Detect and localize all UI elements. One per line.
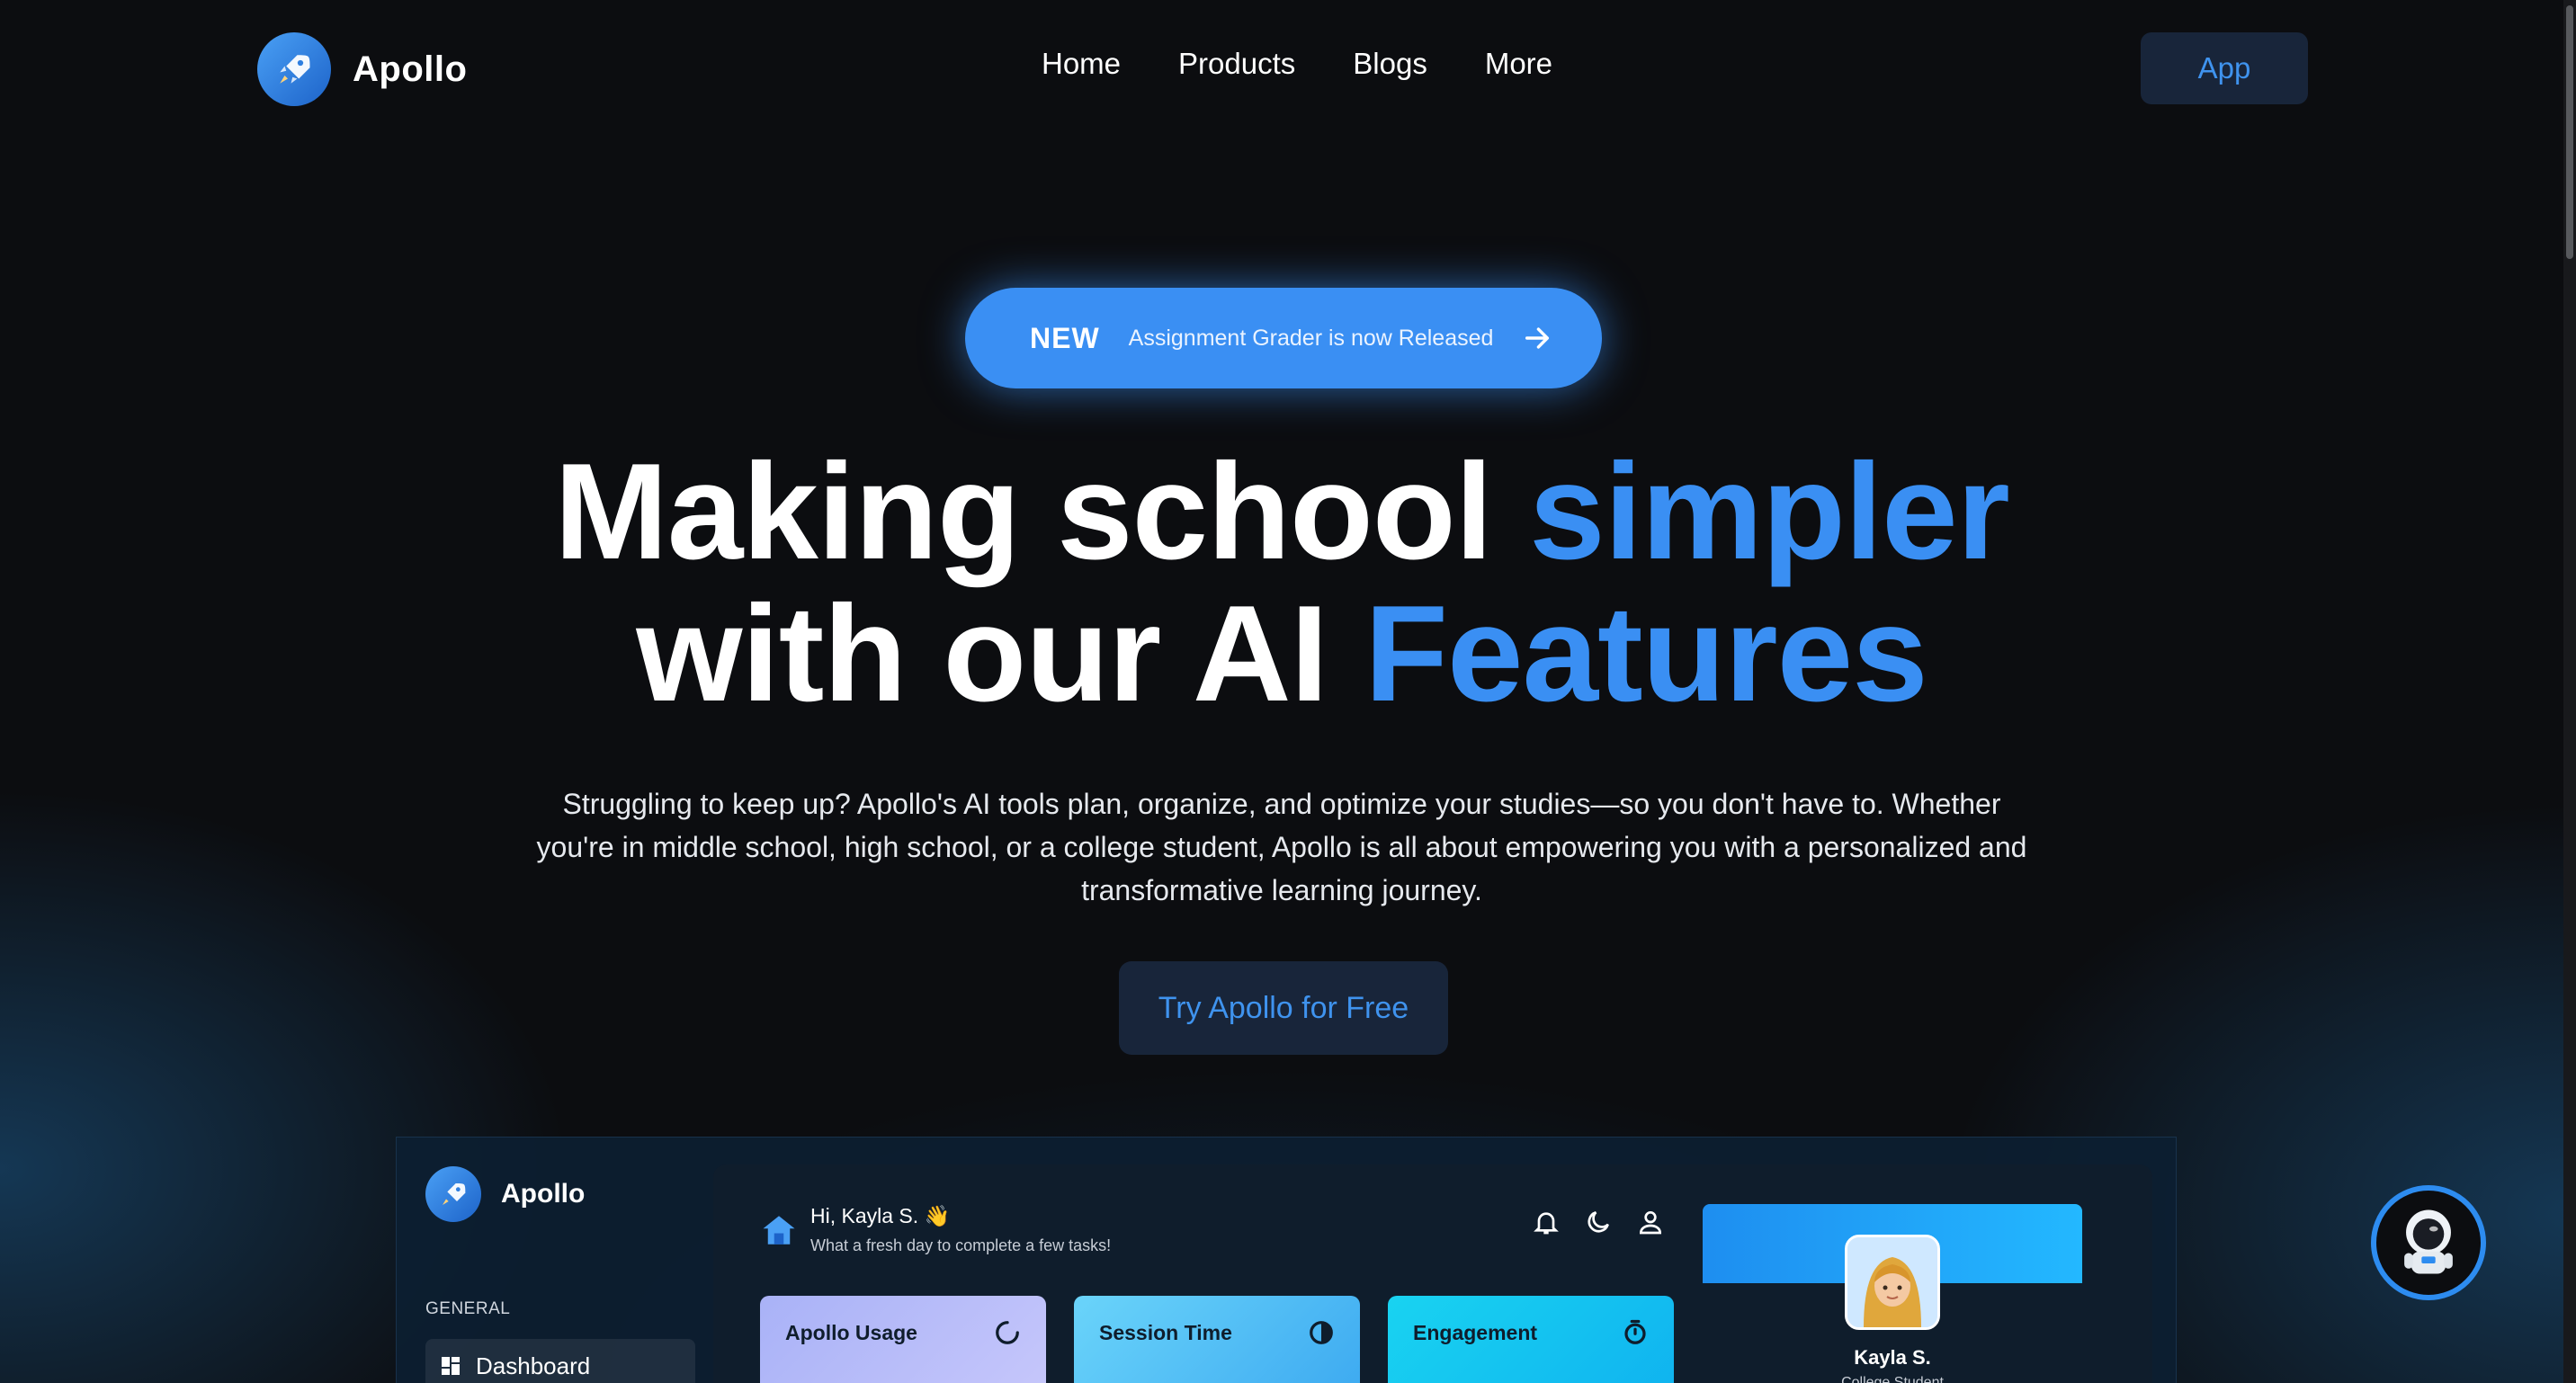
chat-assistant-button[interactable]: [2371, 1185, 2486, 1300]
dashboard-icon: [442, 1357, 460, 1375]
home-icon: [763, 1216, 795, 1245]
profile-role: College Student: [1841, 1375, 1944, 1383]
new-badge: NEW: [1030, 321, 1100, 354]
stat-card-session-time[interactable]: Session Time: [1074, 1296, 1360, 1383]
announcement-text: Assignment Grader is now Released: [1128, 325, 1494, 351]
card-label: Engagement: [1413, 1321, 1538, 1344]
headline-accent: Features: [1364, 577, 1928, 730]
scrollbar-thumb[interactable]: [2566, 5, 2573, 259]
headline-part: Making school: [554, 435, 1530, 588]
avatar: [1845, 1235, 1940, 1330]
announcement-banner[interactable]: NEW Assignment Grader is now Released: [965, 288, 1602, 388]
try-free-button[interactable]: Try Apollo for Free: [1119, 961, 1448, 1055]
nav-link-home[interactable]: Home: [1042, 47, 1121, 81]
stat-card-usage[interactable]: Apollo Usage: [760, 1296, 1046, 1383]
astronaut-icon: [2404, 1209, 2453, 1274]
hero-headline: Making school simpler with our AI Featur…: [0, 441, 2563, 725]
preview-main-panel: Hi, Kayla S. 👋 What a fresh day to compl…: [713, 1164, 2152, 1383]
nav-link-products[interactable]: Products: [1178, 47, 1295, 81]
headline-part: with our AI: [636, 577, 1365, 730]
loader-icon: [996, 1321, 1019, 1344]
profile-name: Kayla S.: [1854, 1346, 1931, 1369]
app-button[interactable]: App: [2141, 32, 2308, 104]
sidebar-item-dashboard[interactable]: Dashboard: [425, 1339, 695, 1383]
card-label: Apollo Usage: [785, 1321, 917, 1344]
nav-link-more[interactable]: More: [1485, 47, 1552, 81]
top-navbar: Apollo Home Products Blogs More App: [0, 0, 2576, 137]
bell-icon[interactable]: [1532, 1208, 1561, 1236]
greeting-text: Hi, Kayla S. 👋: [810, 1204, 951, 1227]
stat-card-engagement[interactable]: Engagement: [1388, 1296, 1674, 1383]
profile-card: Kayla S. College Student: [1703, 1204, 2082, 1383]
card-label: Session Time: [1099, 1321, 1232, 1344]
page-scrollbar[interactable]: [2563, 0, 2576, 1383]
nav-link-blogs[interactable]: Blogs: [1353, 47, 1427, 81]
half-circle-icon: [1310, 1321, 1333, 1344]
hero-subtext: Struggling to keep up? Apollo's AI tools…: [536, 788, 2027, 906]
arrow-right-icon: [1525, 327, 1550, 349]
sidebar-item-label: Dashboard: [476, 1352, 591, 1379]
timer-icon: [1624, 1319, 1646, 1344]
rocket-icon: [257, 32, 331, 106]
preview-toolbar: [1532, 1208, 1688, 1236]
user-icon[interactable]: [1636, 1208, 1665, 1236]
main-nav: Home Products Blogs More: [1042, 47, 1552, 81]
brand[interactable]: Apollo: [257, 32, 467, 106]
rocket-icon: [425, 1166, 481, 1222]
headline-accent: simpler: [1529, 435, 2010, 588]
greeting-subtext: What a fresh day to complete a few tasks…: [810, 1236, 1112, 1254]
preview-brand-name: Apollo: [501, 1179, 586, 1209]
sidebar-section-label: GENERAL: [425, 1299, 511, 1318]
page: Apollo Home Products Blogs More App NEW …: [0, 0, 2576, 1383]
dashboard-preview: Apollo GENERAL Dashboard Hi, Kayla S. 👋 …: [396, 1137, 2177, 1383]
brand-name: Apollo: [353, 49, 468, 89]
moon-icon[interactable]: [1584, 1208, 1613, 1236]
